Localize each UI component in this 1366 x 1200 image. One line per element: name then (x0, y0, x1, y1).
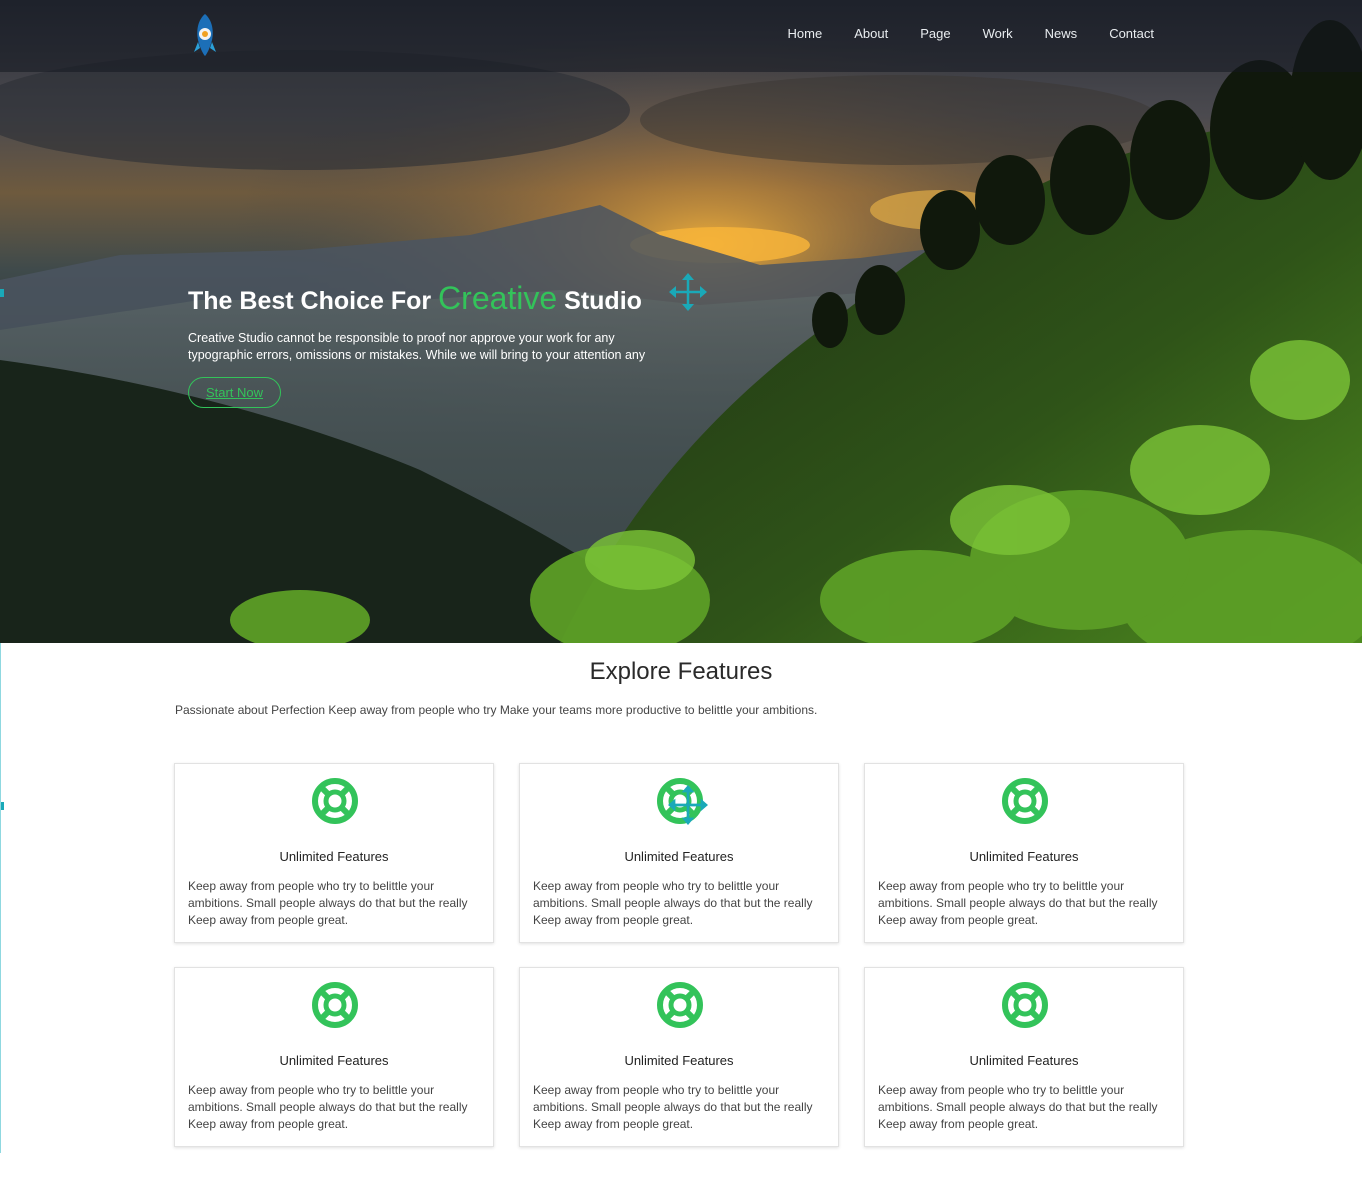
feature-card: Unlimited Features Keep away from people… (864, 967, 1184, 1147)
feature-card-title: Unlimited Features (279, 849, 389, 864)
features-title: Explore Features (589, 658, 773, 685)
life-ring-icon (312, 778, 358, 824)
nav-home-link[interactable]: Home (772, 26, 839, 42)
feature-card-text: Keep away from people who try to belittl… (188, 879, 468, 927)
hero-title: The Best Choice For Creative Studio (188, 280, 642, 317)
top-navbar: Home About Page Work News Contact (0, 0, 1362, 72)
start-now-button[interactable]: Start Now (188, 377, 281, 408)
hero-title-before: The Best Choice For (188, 287, 432, 315)
feature-card: Unlimited Features Keep away from people… (519, 763, 839, 943)
nav-news-link[interactable]: News (1029, 26, 1094, 42)
feature-card-text: Keep away from people who try to belittl… (188, 1083, 468, 1131)
life-ring-icon (657, 982, 703, 1028)
life-ring-icon (312, 982, 358, 1028)
logo-icon[interactable] (192, 12, 218, 58)
nav-work-link[interactable]: Work (967, 26, 1029, 42)
feature-card-title: Unlimited Features (624, 1053, 734, 1068)
feature-card-title: Unlimited Features (279, 1053, 389, 1068)
hero-background-image (0, 0, 1362, 643)
move-handle-icon[interactable] (669, 273, 707, 311)
move-handle-icon[interactable] (668, 785, 708, 825)
hero-description: Creative Studio cannot be responsible to… (188, 331, 646, 362)
edge-marker (0, 289, 4, 297)
feature-card: Unlimited Features Keep away from people… (174, 763, 494, 943)
life-ring-icon (1002, 982, 1048, 1028)
feature-card: Unlimited Features Keep away from people… (864, 763, 1184, 943)
life-ring-icon (1002, 778, 1048, 824)
feature-card-title: Unlimited Features (624, 849, 734, 864)
hero-title-accent: Creative (438, 280, 558, 316)
feature-card-title: Unlimited Features (969, 849, 1079, 864)
nav-page-link[interactable]: Page (904, 26, 966, 42)
nav-about-link[interactable]: About (838, 26, 904, 42)
feature-card-text: Keep away from people who try to belittl… (878, 1083, 1158, 1131)
hero-section: Home About Page Work News Contact The Be… (0, 0, 1362, 643)
hero-title-after: Studio (564, 287, 642, 315)
feature-card-text: Keep away from people who try to belittl… (878, 879, 1158, 927)
nav-contact-link[interactable]: Contact (1093, 26, 1170, 42)
feature-card-title: Unlimited Features (969, 1053, 1079, 1068)
main-nav: Home About Page Work News Contact (772, 26, 1170, 42)
feature-card-text: Keep away from people who try to belittl… (533, 879, 813, 927)
feature-card-text: Keep away from people who try to belittl… (533, 1083, 813, 1131)
feature-card: Unlimited Features Keep away from people… (519, 967, 839, 1147)
feature-card: Unlimited Features Keep away from people… (174, 967, 494, 1147)
edge-guide-line (0, 643, 1, 1153)
features-subtitle: Passionate about Perfection Keep away fr… (175, 703, 818, 717)
